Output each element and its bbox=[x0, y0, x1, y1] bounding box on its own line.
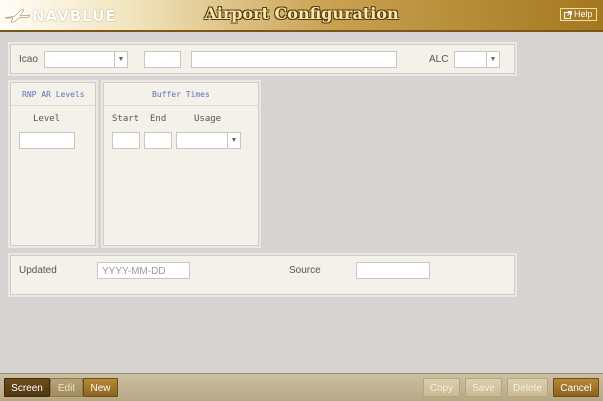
source-label: Source bbox=[289, 265, 321, 276]
metadata-panel: Updated YYYY-MM-DD Source bbox=[10, 255, 515, 295]
delete-button[interactable]: Delete bbox=[507, 378, 548, 397]
usage-column-header: Usage bbox=[194, 114, 222, 124]
updated-date-field[interactable]: YYYY-MM-DD bbox=[97, 262, 190, 279]
end-field[interactable] bbox=[144, 132, 172, 149]
new-button[interactable]: New bbox=[83, 378, 118, 397]
external-link-icon bbox=[564, 10, 572, 19]
source-field[interactable] bbox=[356, 262, 430, 279]
rnp-divider bbox=[11, 105, 95, 106]
buffer-panel-title: Buffer Times bbox=[152, 90, 210, 99]
page-title: Airport Configuration bbox=[204, 4, 399, 23]
chevron-down-icon[interactable]: ▼ bbox=[486, 52, 499, 67]
chevron-down-icon[interactable]: ▼ bbox=[227, 133, 240, 148]
icao-label: Icao bbox=[19, 54, 38, 65]
start-field[interactable] bbox=[112, 132, 140, 149]
level-column-header: Level bbox=[33, 114, 61, 124]
alc-select[interactable]: ▼ bbox=[454, 51, 500, 68]
alc-label: ALC bbox=[429, 54, 449, 65]
screen-button[interactable]: Screen bbox=[4, 378, 50, 397]
app-header: NAVBLUE Airport Configuration Help bbox=[0, 0, 603, 32]
copy-button[interactable]: Copy bbox=[423, 378, 460, 397]
rnp-panel-title: RNP AR Levels bbox=[22, 90, 85, 99]
end-column-header: End bbox=[150, 114, 167, 124]
footer-toolbar: Screen Edit New Copy Save Delete Cancel bbox=[0, 373, 603, 401]
icao-select[interactable]: ▼ bbox=[44, 51, 128, 68]
buffer-times-panel: Buffer Times Start End Usage ▼ bbox=[103, 82, 259, 246]
buffer-divider bbox=[104, 105, 258, 106]
cancel-button[interactable]: Cancel bbox=[553, 378, 599, 397]
updated-label: Updated bbox=[19, 265, 57, 276]
rnp-ar-levels-panel: RNP AR Levels Level bbox=[10, 82, 96, 246]
updated-placeholder: YYYY-MM-DD bbox=[102, 266, 166, 277]
chevron-down-icon[interactable]: ▼ bbox=[114, 52, 127, 67]
help-button[interactable]: Help bbox=[560, 8, 597, 21]
start-column-header: Start bbox=[112, 114, 140, 124]
usage-select[interactable]: ▼ bbox=[176, 132, 241, 149]
help-label: Help bbox=[574, 9, 593, 19]
edit-button[interactable]: Edit bbox=[50, 378, 83, 397]
airport-selection-panel: Icao ▼ ALC ▼ bbox=[10, 44, 515, 74]
save-button[interactable]: Save bbox=[465, 378, 502, 397]
level-field[interactable] bbox=[19, 132, 75, 149]
airport-name-field[interactable] bbox=[191, 51, 397, 68]
icao-code-field[interactable] bbox=[144, 51, 181, 68]
